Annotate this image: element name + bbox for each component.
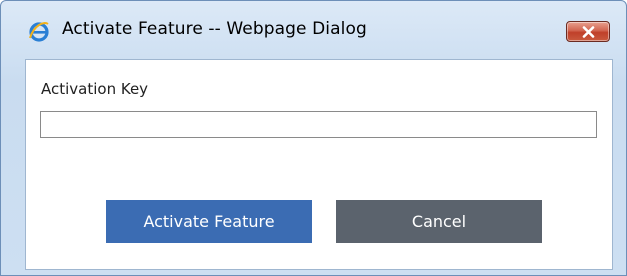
activate-feature-button[interactable]: Activate Feature xyxy=(106,200,312,243)
dialog-content: Activation Key Activate Feature Cancel xyxy=(25,59,613,270)
close-icon xyxy=(582,26,595,38)
cancel-button[interactable]: Cancel xyxy=(336,200,542,243)
window-title: Activate Feature -- Webpage Dialog xyxy=(62,19,367,39)
activation-key-label: Activation Key xyxy=(41,80,149,98)
dialog-window: Activate Feature -- Webpage Dialog Activ… xyxy=(0,0,627,276)
close-button[interactable] xyxy=(566,21,610,42)
activation-key-input[interactable] xyxy=(40,111,597,138)
internet-explorer-icon xyxy=(28,21,50,43)
title-bar[interactable]: Activate Feature -- Webpage Dialog xyxy=(1,1,626,59)
